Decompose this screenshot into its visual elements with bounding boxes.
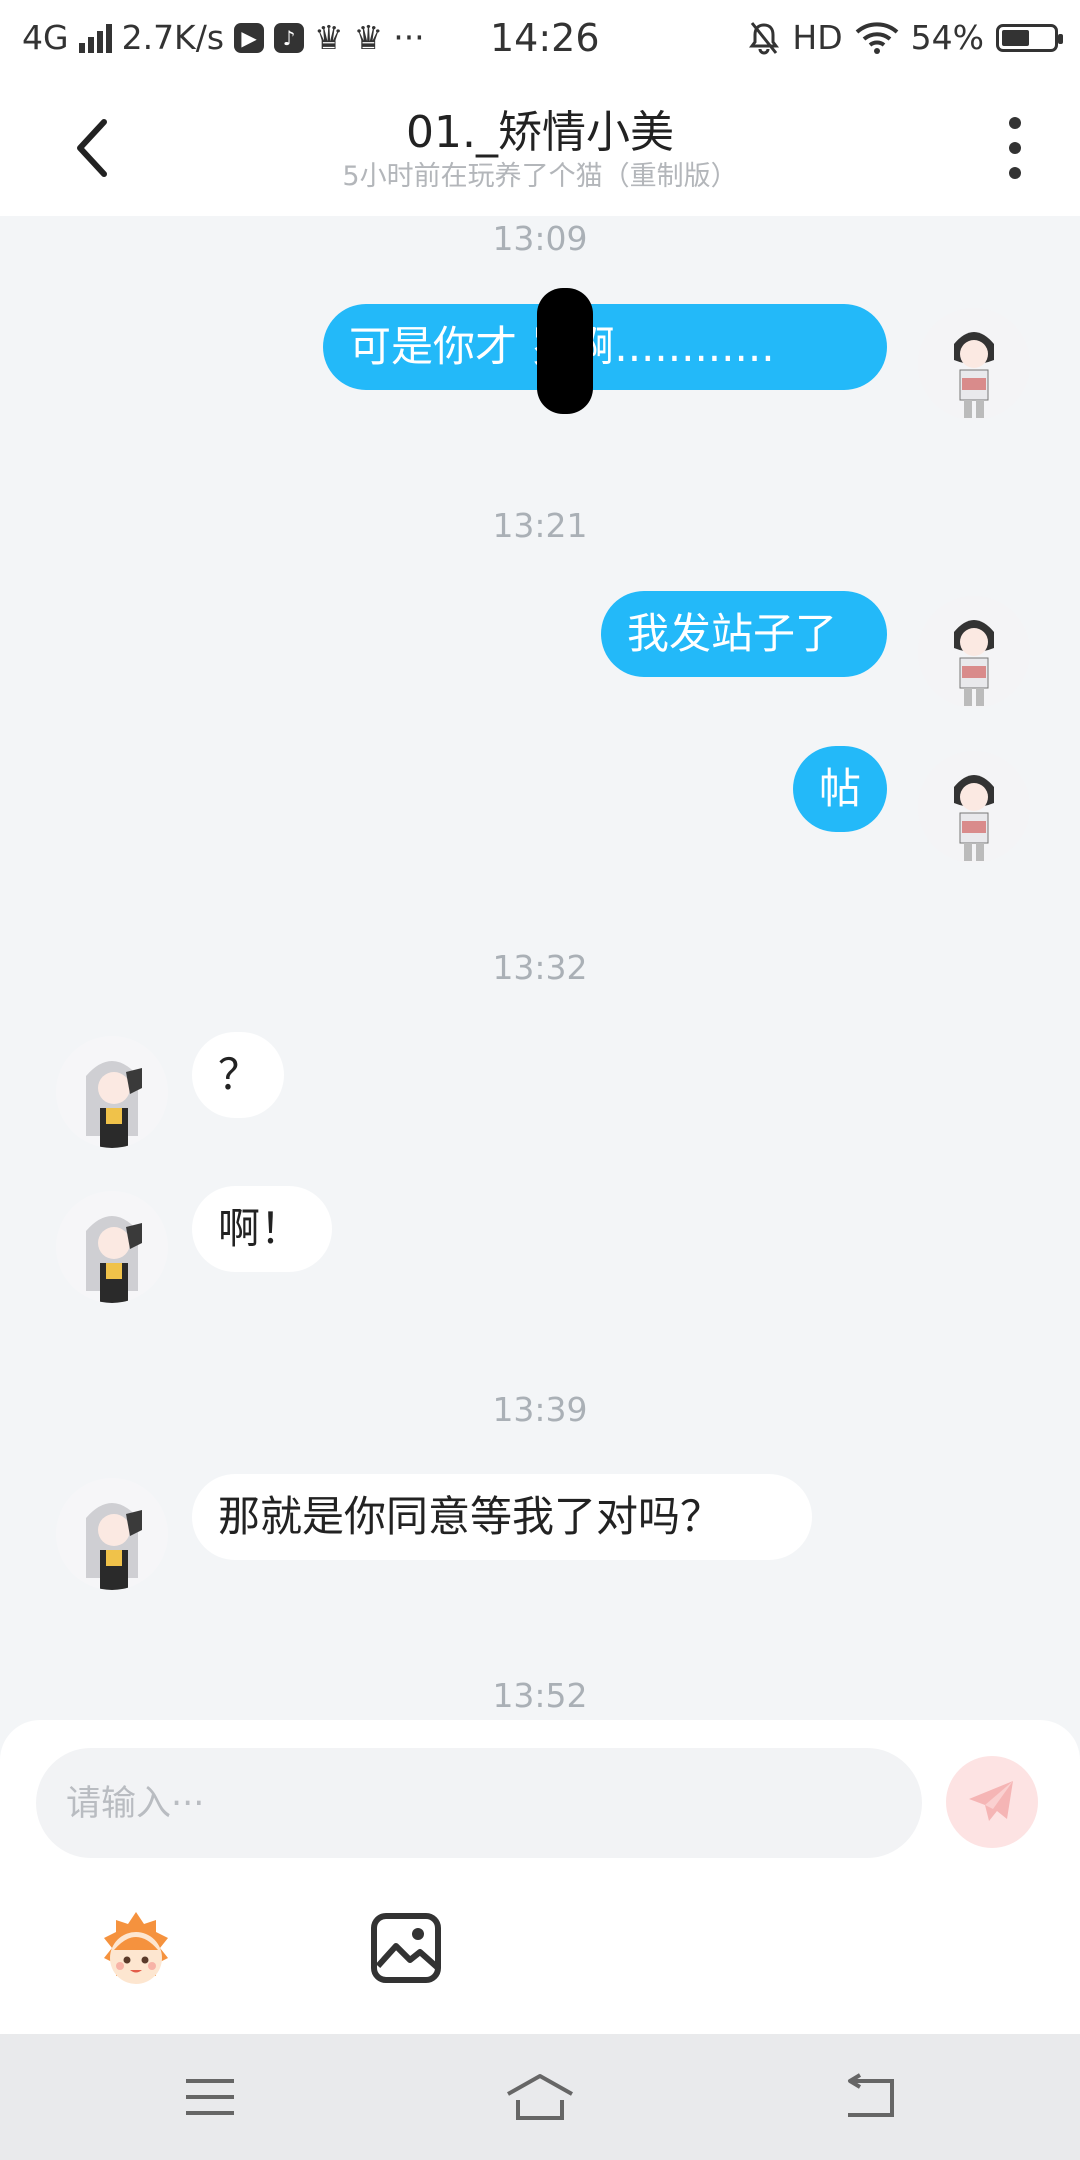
status-left: 4G 2.7K/s ▶ ♪ ♛ ♛ ··· xyxy=(22,18,425,57)
emoji-button[interactable] xyxy=(90,1906,182,1998)
timestamp: 13:39 xyxy=(492,1390,588,1429)
video-app-icon: ▶ xyxy=(234,22,265,53)
chat-title: 01._矫情小美 xyxy=(406,107,674,158)
status-bar: 4G 2.7K/s ▶ ♪ ♛ ♛ ··· 14:26 HD 54% xyxy=(0,0,1080,78)
redaction-mark xyxy=(537,288,593,414)
home-icon xyxy=(507,2074,573,2120)
image-icon xyxy=(371,1913,441,1983)
contact-avatar[interactable] xyxy=(56,1478,168,1590)
more-dot xyxy=(1009,141,1021,154)
menu-icon xyxy=(186,2079,234,2115)
avatar-image xyxy=(918,596,1030,708)
timestamp: 13:21 xyxy=(492,506,588,545)
avatar-image xyxy=(56,1191,168,1303)
composer xyxy=(0,1720,1080,2034)
contact-avatar[interactable] xyxy=(56,1191,168,1303)
avatar-image xyxy=(918,751,1030,863)
more-notifications: ··· xyxy=(393,18,425,57)
tiktok-icon: ♪ xyxy=(274,22,305,53)
avatar-image xyxy=(918,308,1030,420)
status-right: HD 54% xyxy=(748,18,1063,57)
message-input[interactable] xyxy=(64,1748,888,1860)
timestamp: 13:09 xyxy=(492,219,588,258)
timestamp: 13:52 xyxy=(492,1676,588,1715)
paper-plane-icon xyxy=(969,1781,1013,1821)
battery-icon xyxy=(996,23,1063,52)
chat-subtitle: 5小时前在玩养了个猫（重制版） xyxy=(342,161,738,192)
emoji-face-icon xyxy=(104,1912,168,1984)
message-bubble-incoming[interactable]: 那就是你同意等我了对吗？ xyxy=(192,1474,812,1560)
send-button[interactable] xyxy=(946,1756,1038,1848)
back-icon xyxy=(848,2073,894,2117)
message-bubble-outgoing[interactable]: 可是你才 岁啊............ xyxy=(323,304,887,390)
network-speed: 2.7K/s xyxy=(121,18,225,57)
hd-label: HD xyxy=(792,18,843,57)
battery-level xyxy=(1002,29,1029,46)
mute-bell-icon xyxy=(749,21,780,54)
my-avatar[interactable] xyxy=(918,308,1030,420)
image-button[interactable] xyxy=(366,1908,446,1988)
message-bubble-outgoing[interactable]: 我发站子了 xyxy=(601,591,887,677)
message-list[interactable]: 13:09 可是你才 岁啊............ 13:21 我发站子了 帖 … xyxy=(0,216,1080,1726)
avatar-image xyxy=(56,1478,168,1590)
chat-header: 01._矫情小美 5小时前在玩养了个猫（重制版） xyxy=(0,78,1080,216)
my-avatar[interactable] xyxy=(918,596,1030,708)
system-nav-bar xyxy=(0,2034,1080,2160)
nav-home-button[interactable] xyxy=(490,2064,590,2130)
message-input-wrapper[interactable] xyxy=(36,1748,922,1860)
more-options-button[interactable] xyxy=(990,110,1040,186)
timestamp: 13:32 xyxy=(492,948,588,987)
crown-icon: ♛ xyxy=(353,18,384,57)
wifi-icon xyxy=(855,21,898,54)
contact-avatar[interactable] xyxy=(56,1036,168,1148)
nav-back-button[interactable] xyxy=(818,2064,918,2130)
network-type: 4G xyxy=(22,18,69,57)
message-bubble-outgoing[interactable]: 帖 xyxy=(793,746,887,832)
message-bubble-incoming[interactable]: 啊！ xyxy=(192,1186,332,1272)
battery-percent: 54% xyxy=(910,18,984,57)
my-avatar[interactable] xyxy=(918,751,1030,863)
more-dot xyxy=(1009,167,1021,180)
signal-icon xyxy=(78,23,112,53)
clock: 14:26 xyxy=(490,16,600,60)
nav-menu-button[interactable] xyxy=(160,2064,260,2130)
avatar-image xyxy=(56,1036,168,1148)
message-bubble-incoming[interactable]: ？ xyxy=(192,1032,284,1118)
crown-icon: ♛ xyxy=(314,18,344,57)
more-vertical-icon xyxy=(1009,116,1021,129)
